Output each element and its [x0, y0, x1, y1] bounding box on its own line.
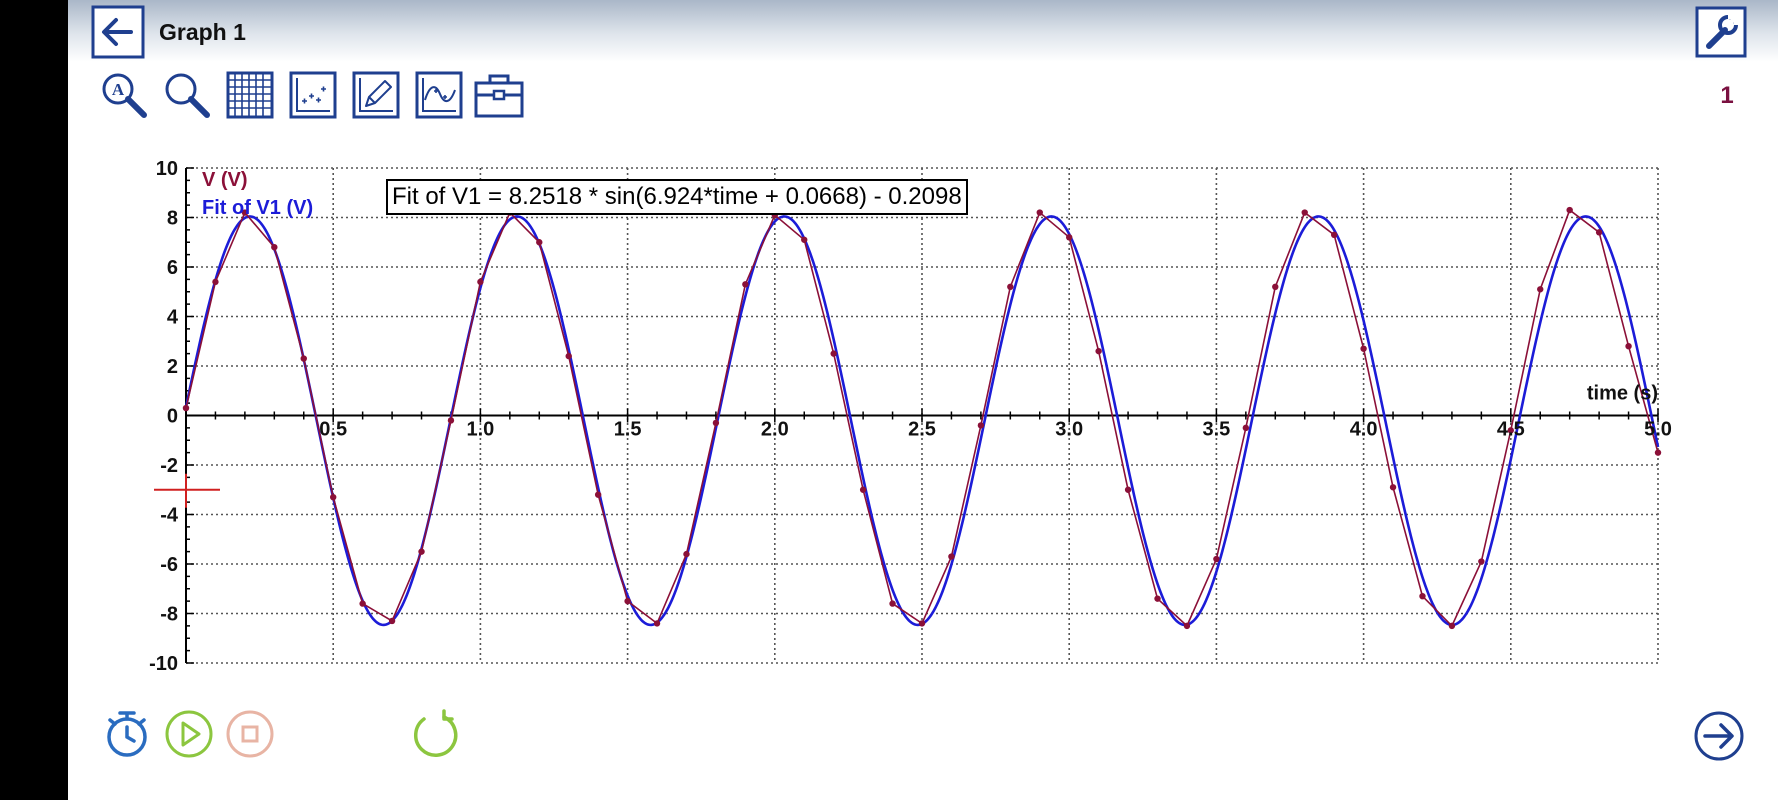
y-tick-label: 6 — [167, 257, 178, 279]
data-point — [330, 493, 337, 501]
data-point — [1301, 209, 1308, 216]
y-tick-label: -2 — [160, 455, 178, 477]
y-tick-label: -8 — [160, 604, 178, 626]
data-point — [594, 491, 602, 498]
y-tick-label: 0 — [167, 406, 178, 428]
data-point — [1213, 555, 1220, 563]
data-point — [300, 355, 307, 362]
y-tick-label: 4 — [167, 307, 179, 329]
data-point — [271, 244, 278, 251]
x-tick-label: 0.5 — [319, 419, 347, 441]
data-point — [1183, 622, 1191, 630]
data-point — [1095, 347, 1102, 355]
x-tick-label: 4.0 — [1350, 419, 1378, 441]
data-point — [1242, 424, 1250, 432]
data-point — [477, 278, 484, 286]
fit-equation-annotation: Fit of V1 = 8.2518 * sin(6.924*time + 0.… — [386, 179, 968, 215]
data-point — [212, 278, 219, 286]
x-tick-label: 1.5 — [614, 419, 642, 441]
data-point — [918, 620, 926, 627]
stop-button[interactable] — [224, 708, 276, 760]
data-point — [1419, 592, 1426, 600]
data-point — [624, 597, 631, 605]
y-tick-label: -10 — [149, 653, 178, 675]
x-tick-label: 5.0 — [1644, 419, 1672, 441]
data-point — [1654, 449, 1662, 456]
data-point — [1007, 283, 1014, 290]
data-point — [1360, 345, 1367, 352]
data-point — [948, 553, 955, 560]
data-point — [1124, 486, 1132, 493]
data-point — [653, 620, 661, 627]
x-tick-label: 2.5 — [908, 419, 936, 441]
data-point — [1154, 595, 1161, 602]
data-point — [536, 239, 543, 246]
x-tick-label: 3.5 — [1202, 419, 1230, 441]
next-page-button[interactable] — [1692, 709, 1744, 761]
data-point — [359, 600, 366, 607]
legend-entry-fit: Fit of V1 (V) — [202, 197, 313, 219]
data-point — [1389, 484, 1397, 491]
data-point — [1566, 206, 1573, 214]
data-point — [859, 486, 867, 493]
data-point — [1036, 209, 1043, 216]
x-tick-label: 1.0 — [466, 419, 494, 441]
refresh-icon — [413, 709, 458, 757]
data-point — [712, 419, 720, 427]
system-side-bar — [0, 0, 68, 800]
x-tick-label: 2.0 — [761, 419, 789, 441]
y-tick-label: -6 — [160, 554, 178, 576]
data-point — [801, 236, 808, 243]
play-icon — [165, 710, 213, 758]
data-point — [418, 548, 425, 555]
sine-fit-chart[interactable]: 10 8 6 4 2 0 -2 -4 -6 -8 -10 0.5 1.0 1.5 2.0 2.5 3.0 3.5 4… — [68, 0, 1778, 680]
x-tick-label: 3.0 — [1055, 419, 1083, 441]
y-tick-label: -4 — [160, 505, 179, 527]
x-axis-label: time (s) — [1587, 383, 1658, 405]
data-point — [182, 404, 190, 412]
play-button[interactable] — [163, 708, 215, 760]
data-point — [977, 422, 985, 429]
timer-button[interactable] — [101, 708, 153, 760]
y-tick-label: 8 — [167, 208, 178, 230]
x-tick-label: 4.5 — [1497, 419, 1525, 441]
data-point — [742, 281, 749, 288]
reset-button[interactable] — [410, 708, 462, 760]
data-point — [1537, 286, 1544, 293]
data-point — [889, 600, 896, 607]
legend-entry-data: V (V) — [202, 169, 248, 191]
data-point — [447, 417, 455, 424]
y-tick-label: 2 — [167, 356, 178, 378]
data-point — [683, 550, 690, 558]
data-point — [1625, 343, 1632, 350]
y-tick-label: 10 — [156, 158, 178, 180]
data-point — [1448, 622, 1456, 630]
data-point — [830, 350, 837, 357]
data-point — [1595, 229, 1603, 236]
forward-arrow-icon — [1694, 711, 1744, 761]
data-point — [1272, 283, 1279, 290]
data-point — [1330, 231, 1338, 239]
stop-icon — [226, 710, 274, 758]
app-window: Graph 1 1 A 10 8 6 4 2 0 -2 -4 -6 -8 -10… — [68, 0, 1778, 800]
data-point — [1066, 234, 1073, 241]
stopwatch-icon — [107, 711, 147, 757]
data-point — [565, 352, 572, 360]
data-point — [388, 617, 396, 625]
data-point — [1478, 558, 1485, 565]
